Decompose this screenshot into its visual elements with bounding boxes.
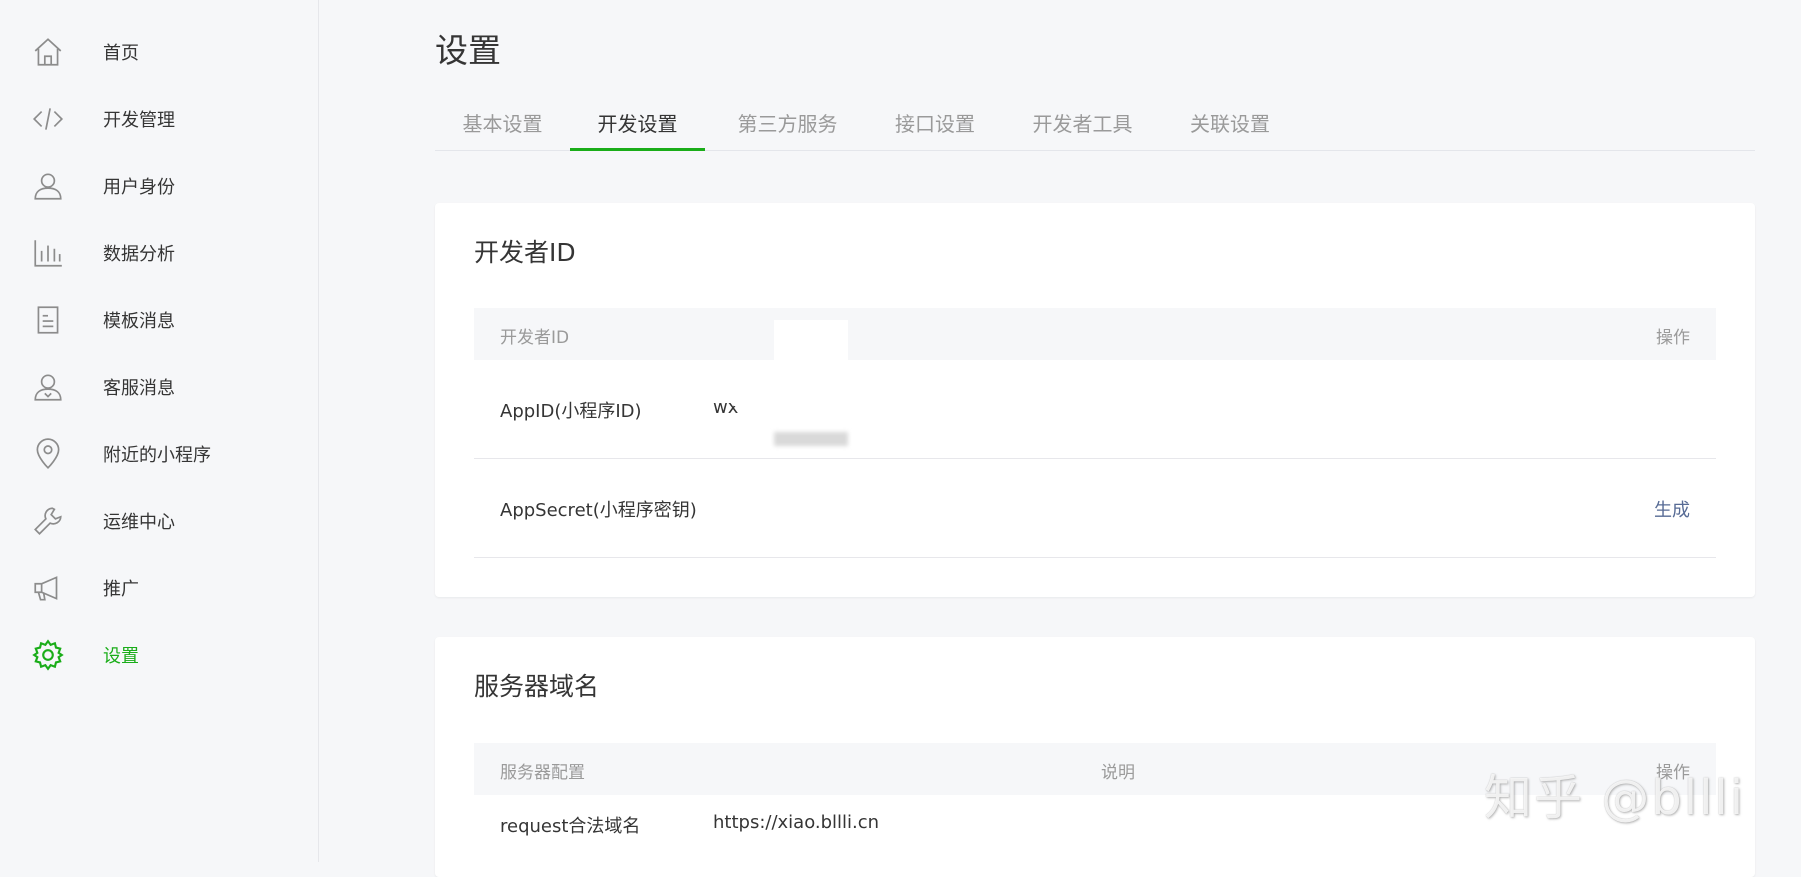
sidebar-item-user-identity[interactable]: 用户身份 [0,152,318,219]
wrench-icon [30,503,66,539]
sidebar-item-operations-center[interactable]: 运维中心 [0,487,318,554]
document-icon [30,302,66,338]
sidebar-item-template-messages[interactable]: 模板消息 [0,286,318,353]
location-pin-icon [30,436,66,472]
home-icon [30,34,66,70]
megaphone-icon [30,570,66,606]
bar-chart-icon [30,235,66,271]
watermark: 知乎 @bllli [1484,770,1746,826]
sidebar-item-label: 运维中心 [103,511,175,533]
tab-third-party-services[interactable]: 第三方服务 [715,98,860,149]
column-header-action: 操作 [1656,328,1690,348]
tab-basic-settings[interactable]: 基本设置 [435,98,570,149]
gear-icon [30,637,66,673]
table-row-appid: AppID(小程序ID) wx [474,360,1716,459]
card-title: 开发者ID [474,238,576,267]
table-header: 开发者ID 操作 [474,308,1716,360]
column-header-developer-id: 开发者ID [500,328,570,348]
sidebar-item-label: 设置 [103,645,139,667]
request-domain-label: request合法域名 [500,816,641,837]
sidebar-item-settings[interactable]: 设置 [0,621,318,688]
redaction-blur [774,432,848,446]
tab-linked-settings[interactable]: 关联设置 [1165,98,1295,149]
sidebar-item-promotion[interactable]: 推广 [0,554,318,621]
sidebar-item-label: 数据分析 [103,243,175,265]
column-header-server-config: 服务器配置 [500,763,585,783]
developer-id-card: 开发者ID 开发者ID 操作 AppID(小程序ID) wx AppSecret… [435,203,1755,597]
request-domain-value: https://xiao.bllli.cn [713,812,880,833]
customer-service-icon [30,369,66,405]
sidebar: 首页 开发管理 用户身份 数据分析 模板消息 客服消息 附近的小程序 运维中心 … [0,0,319,862]
card-title: 服务器域名 [474,672,600,701]
column-header-description: 说明 [1101,763,1135,783]
tab-dev-settings[interactable]: 开发设置 [570,98,705,151]
sidebar-item-label: 用户身份 [103,176,175,198]
server-domain-card: 服务器域名 服务器配置 说明 操作 request合法域名 https://xi… [435,637,1755,877]
sidebar-item-label: 客服消息 [103,377,175,399]
sidebar-item-label: 开发管理 [103,109,175,131]
sidebar-item-nearby-mini-programs[interactable]: 附近的小程序 [0,420,318,487]
settings-tabs: 基本设置 开发设置 第三方服务 接口设置 开发者工具 关联设置 [435,98,1755,151]
redaction-mask [774,320,848,388]
sidebar-item-label: 模板消息 [103,310,175,332]
tab-developer-tools[interactable]: 开发者工具 [1010,98,1155,149]
sidebar-item-label: 首页 [103,42,139,64]
sidebar-item-data-analysis[interactable]: 数据分析 [0,219,318,286]
appid-label: AppID(小程序ID) [500,401,642,422]
table-row-appsecret: AppSecret(小程序密钥) 生成 [474,459,1716,558]
appsecret-label: AppSecret(小程序密钥) [500,500,697,521]
page-title: 设置 [435,31,501,70]
sidebar-item-customer-service[interactable]: 客服消息 [0,353,318,420]
sidebar-item-label: 推广 [103,578,139,600]
tab-api-settings[interactable]: 接口设置 [870,98,1000,149]
sidebar-item-label: 附近的小程序 [103,444,211,466]
redaction-mask [734,388,920,406]
sidebar-item-home[interactable]: 首页 [0,18,318,85]
code-icon [30,101,66,137]
generate-secret-link[interactable]: 生成 [1654,496,1690,522]
user-icon [30,168,66,204]
sidebar-item-dev-management[interactable]: 开发管理 [0,85,318,152]
